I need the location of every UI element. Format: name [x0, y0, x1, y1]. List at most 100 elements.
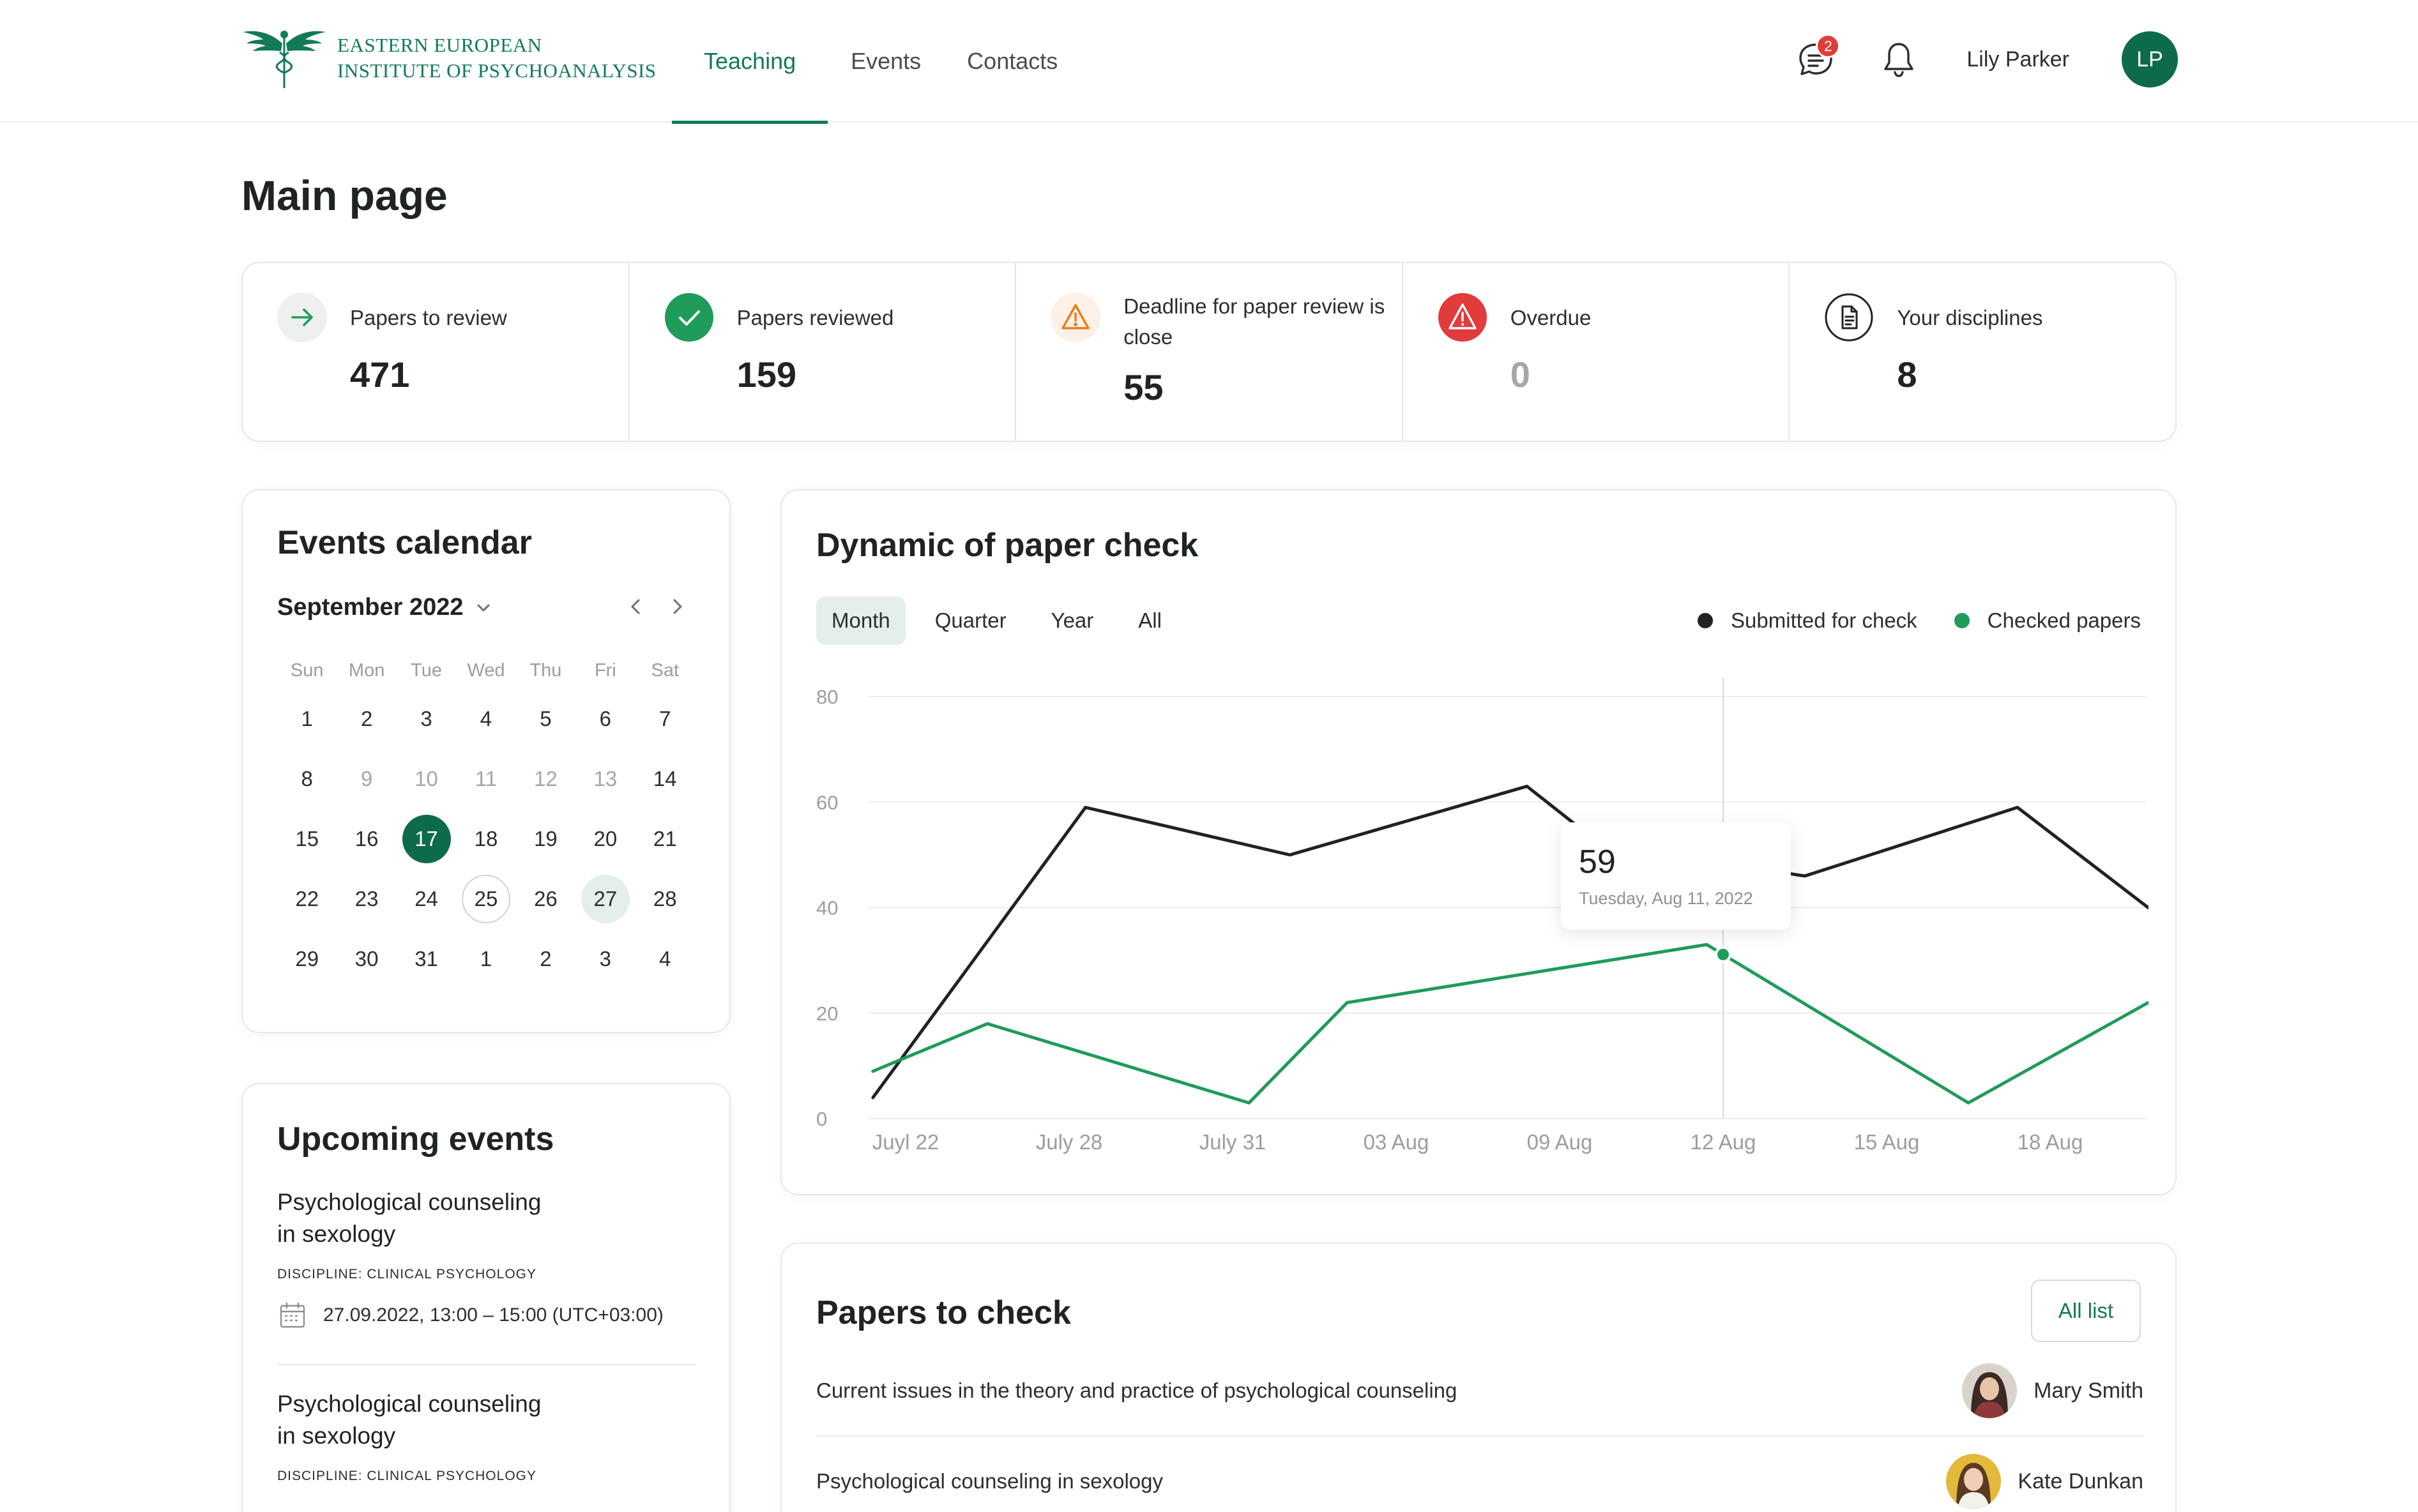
- calendar-day[interactable]: 15: [277, 815, 337, 863]
- calendar-day[interactable]: 23: [337, 875, 396, 923]
- stat-value: 471: [350, 354, 410, 395]
- nav-contacts[interactable]: Contacts: [944, 0, 1081, 123]
- messages-button[interactable]: 2: [1793, 34, 1841, 82]
- weekday-label: Sat: [651, 660, 680, 681]
- calendar-day[interactable]: 11: [456, 755, 515, 803]
- caduceus-logo-icon: [243, 31, 326, 88]
- calendar-day-number: 27: [581, 875, 630, 923]
- calendar-day-number: 14: [653, 767, 677, 790]
- prev-month-button[interactable]: [622, 593, 650, 621]
- x-tick-label: July 31: [1199, 1130, 1266, 1154]
- paper-row[interactable]: Psychological counseling in sexology Kat…: [816, 1437, 2143, 1512]
- calendar-day[interactable]: 28: [635, 875, 695, 923]
- user-name[interactable]: Lily Parker: [1966, 47, 2069, 72]
- next-month-button[interactable]: [663, 593, 691, 621]
- nav-events[interactable]: Events: [828, 0, 944, 123]
- calendar-day[interactable]: 19: [516, 815, 575, 863]
- author-name: Mary Smith: [2034, 1378, 2143, 1403]
- calendar-day[interactable]: 6: [575, 695, 635, 743]
- calendar-day[interactable]: 7: [635, 695, 695, 743]
- tab-all[interactable]: All: [1123, 596, 1177, 645]
- weekday-label: Mon: [348, 660, 385, 681]
- calendar-day[interactable]: 3: [397, 695, 456, 743]
- calendar-day[interactable]: 27: [575, 875, 635, 923]
- notifications-button[interactable]: [1876, 36, 1922, 82]
- stat-deadline-close[interactable]: Deadline for paper review is close 55: [1016, 263, 1403, 441]
- stat-label: Papers reviewed: [736, 306, 894, 329]
- calendar-day[interactable]: 2: [516, 935, 575, 983]
- calendar-day[interactable]: 26: [516, 875, 575, 923]
- stat-papers-to-review[interactable]: Papers to review 471: [243, 263, 630, 441]
- calendar-day[interactable]: 9: [337, 755, 396, 803]
- institute-logo[interactable]: EASTERN EUROPEAN INSTITUTE OF PSYCHOANAL…: [240, 27, 657, 89]
- highlight-point: [1715, 946, 1731, 963]
- upcoming-title: Upcoming events: [277, 1121, 554, 1158]
- chart-legend: Submitted for check Checked papers: [1661, 596, 2141, 645]
- calendar-day[interactable]: 1: [456, 935, 515, 983]
- calendar-day-number: 25: [461, 875, 510, 923]
- main-nav: Teaching Events Contacts: [672, 0, 1081, 124]
- calendar-day[interactable]: 13: [575, 755, 635, 803]
- y-tick-label: 0: [816, 1108, 827, 1130]
- weekday-label: Thu: [529, 660, 562, 681]
- calendar-day-number: 16: [354, 827, 379, 850]
- calendar-day[interactable]: 16: [337, 815, 396, 863]
- paper-row[interactable]: Current issues in the theory and practic…: [816, 1346, 2143, 1435]
- calendar-day[interactable]: 31: [397, 935, 456, 983]
- nav-teaching[interactable]: Teaching: [672, 0, 828, 124]
- events-calendar-card: Events calendar September 2022 Sun Mon T…: [241, 489, 731, 1033]
- calendar-day-number: 26: [534, 887, 558, 911]
- weekday-label: Tue: [411, 660, 443, 681]
- calendar-day[interactable]: 17: [397, 815, 456, 863]
- calendar-day-number: 10: [414, 767, 438, 790]
- x-tick-label: 12 Aug: [1691, 1130, 1756, 1154]
- legend-item-submitted[interactable]: Submitted for check: [1698, 609, 1917, 633]
- calendar-day[interactable]: 29: [277, 935, 337, 983]
- calendar-icon: [280, 1302, 305, 1328]
- x-tick-label: 15 Aug: [1854, 1130, 1920, 1154]
- calendar-day[interactable]: 5: [516, 695, 575, 743]
- calendar-day[interactable]: 14: [635, 755, 695, 803]
- weekday-label: Sun: [290, 660, 324, 681]
- calendar-day-number: 9: [360, 767, 373, 790]
- legend-label: Checked papers: [1987, 609, 2141, 632]
- calendar-day[interactable]: 22: [277, 875, 337, 923]
- event-item[interactable]: Psychological counseling in sexology DIS…: [277, 1388, 696, 1484]
- month-selector[interactable]: September 2022: [277, 594, 494, 621]
- calendar-day[interactable]: 18: [456, 815, 515, 863]
- x-tick-label: 18 Aug: [2018, 1130, 2083, 1154]
- calendar-day[interactable]: 2: [337, 695, 396, 743]
- event-item[interactable]: Psychological counseling in sexology DIS…: [277, 1186, 696, 1331]
- calendar-day[interactable]: 4: [456, 695, 515, 743]
- calendar-day[interactable]: 8: [277, 755, 337, 803]
- calendar-day-number: 2: [540, 947, 552, 971]
- chevron-down-icon: [477, 604, 489, 611]
- calendar-day[interactable]: 30: [337, 935, 396, 983]
- stat-papers-reviewed[interactable]: Papers reviewed 159: [630, 263, 1017, 441]
- document-icon: [1824, 292, 1874, 342]
- tab-month[interactable]: Month: [816, 596, 906, 645]
- user-avatar[interactable]: LP: [2122, 31, 2178, 87]
- stat-your-disciplines[interactable]: Your disciplines 8: [1790, 263, 2175, 441]
- calendar-day[interactable]: 24: [397, 875, 456, 923]
- stat-overdue[interactable]: Overdue 0: [1403, 263, 1790, 441]
- tab-quarter[interactable]: Quarter: [920, 596, 1022, 645]
- calendar-day[interactable]: 10: [397, 755, 456, 803]
- calendar-day[interactable]: 12: [516, 755, 575, 803]
- calendar-day[interactable]: 3: [575, 935, 635, 983]
- stat-value: 0: [1510, 354, 1530, 395]
- calendar-day-number: 28: [653, 887, 677, 911]
- tooltip-date: Tuesday, Aug 11, 2022: [1579, 889, 1753, 908]
- tab-year[interactable]: Year: [1036, 596, 1109, 645]
- all-list-button[interactable]: All list: [2031, 1280, 2141, 1342]
- calendar-day[interactable]: 25: [456, 875, 515, 923]
- calendar-day-number: 29: [295, 947, 319, 971]
- calendar-day-number: 8: [301, 767, 313, 790]
- legend-item-checked[interactable]: Checked papers: [1954, 609, 2141, 633]
- calendar-day[interactable]: 4: [635, 935, 695, 983]
- calendar-day-number: 21: [653, 827, 677, 850]
- messages-count-badge: 2: [1816, 34, 1841, 58]
- calendar-day[interactable]: 1: [277, 695, 337, 743]
- calendar-day[interactable]: 21: [635, 815, 695, 863]
- calendar-day[interactable]: 20: [575, 815, 635, 863]
